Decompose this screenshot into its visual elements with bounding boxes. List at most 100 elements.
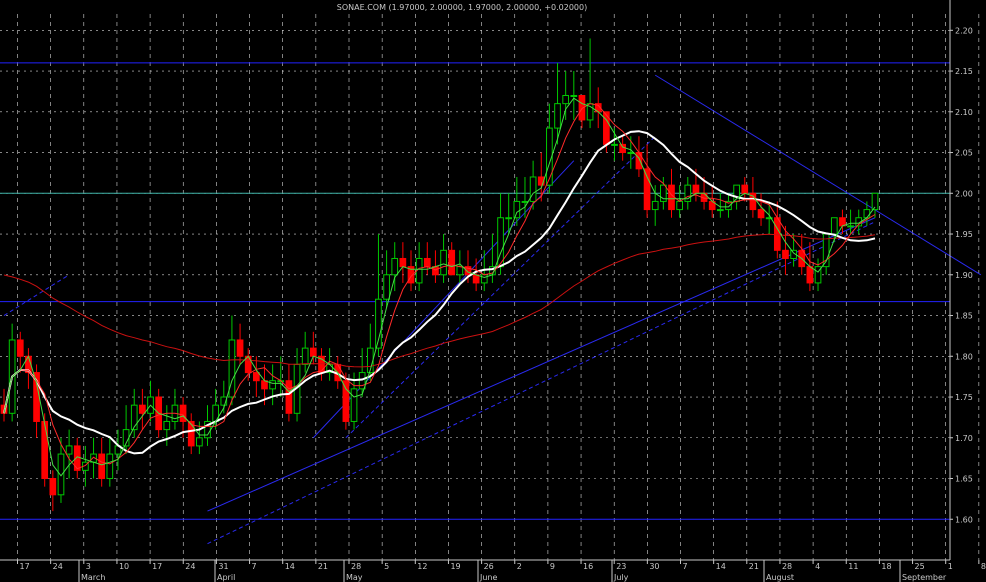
x-day-label: 4 <box>815 562 820 571</box>
x-month-label: June <box>479 573 498 582</box>
x-day-label: 23 <box>616 562 626 571</box>
y-tick-label: 1.70 <box>955 434 973 443</box>
x-day-label: 7 <box>683 562 688 571</box>
x-day-label: 21 <box>318 562 328 571</box>
candle-body <box>627 152 635 155</box>
x-day-label: 3 <box>86 562 91 571</box>
x-day-label: 9 <box>550 562 555 571</box>
candle-body <box>716 209 724 212</box>
candle-body <box>830 217 838 235</box>
candle-body <box>782 249 789 259</box>
x-month-label: April <box>217 573 235 582</box>
candle-body <box>285 380 293 414</box>
x-day-label: 16 <box>583 562 593 571</box>
x-day-label: 18 <box>881 562 891 571</box>
candle-body <box>480 274 488 284</box>
candle-body <box>611 143 618 146</box>
candle-body <box>505 217 513 220</box>
y-tick-label: 1.80 <box>955 352 973 361</box>
candle-body <box>16 339 24 357</box>
candle-body <box>562 94 570 105</box>
x-day-label: 24 <box>185 562 195 571</box>
candle-body <box>399 257 407 268</box>
x-day-label: 8 <box>981 562 986 571</box>
candle-body <box>554 103 561 129</box>
candle-body <box>163 420 171 431</box>
candle-body <box>49 478 57 496</box>
y-tick-label: 1.60 <box>955 515 973 524</box>
candle-body <box>139 404 146 414</box>
y-tick-label: 2.10 <box>955 108 973 117</box>
candle-body <box>529 176 537 202</box>
candle-body <box>423 257 431 268</box>
y-tick-label: 1.95 <box>955 230 973 239</box>
candle-body <box>309 347 317 357</box>
candle-body <box>57 453 65 496</box>
x-day-label: 10 <box>119 562 129 571</box>
candle-body <box>252 372 260 382</box>
y-tick-label: 2.05 <box>955 149 973 158</box>
x-month-label: July <box>613 573 629 582</box>
candlestick-chart: 1.60 1.65 1.70 1.75 1.80 1.85 1.90 1.95 2.00 2.05… <box>0 0 986 582</box>
candle-body <box>847 225 854 228</box>
candle-body <box>456 266 464 276</box>
y-tick-label: 2.20 <box>955 26 973 35</box>
candle-body <box>513 200 521 219</box>
x-day-label: 30 <box>649 562 659 571</box>
candle-body <box>440 249 447 276</box>
x-day-label: 26 <box>484 562 494 571</box>
x-day-label: 14 <box>285 562 295 571</box>
candle-body <box>619 143 627 154</box>
y-tick-label: 1.90 <box>955 271 973 280</box>
candle-body <box>570 94 578 97</box>
candle-body <box>432 266 439 276</box>
x-day-label: 12 <box>417 562 427 571</box>
candle-body <box>521 200 529 203</box>
x-day-label: 1 <box>948 562 953 571</box>
y-tick-label: 2.00 <box>955 189 973 198</box>
candle-body <box>692 184 700 194</box>
candle-body <box>383 274 390 300</box>
x-day-label: 31 <box>218 562 228 571</box>
candle-body <box>98 453 106 480</box>
candle-body <box>261 380 268 390</box>
x-day-label: 17 <box>152 562 162 571</box>
candle-body <box>106 453 114 480</box>
candle-body <box>179 404 187 422</box>
chart-title: SONAE.COM (1.97000, 2.00000, 1.97000, 2.… <box>337 3 587 12</box>
chart-background <box>0 0 986 582</box>
x-day-label: 5 <box>384 562 389 571</box>
candle-body <box>448 249 456 276</box>
candle-body <box>668 184 675 211</box>
candle-body <box>863 209 871 219</box>
candle-body <box>757 209 765 219</box>
candle-body <box>301 347 309 365</box>
candle-body <box>65 445 73 455</box>
candle-body <box>472 274 480 284</box>
x-day-label: 7 <box>252 562 257 571</box>
candle-body <box>342 380 350 422</box>
candle-body <box>269 380 276 390</box>
y-tick-label: 1.75 <box>955 393 973 402</box>
candle-body <box>350 388 358 422</box>
candle-body <box>391 257 399 276</box>
candle-body <box>358 372 366 390</box>
x-day-label: 14 <box>716 562 726 571</box>
candle-body <box>773 217 781 251</box>
candle-body <box>741 184 749 194</box>
x-day-label: 21 <box>749 562 759 571</box>
x-day-label: 11 <box>848 562 858 571</box>
candle-body <box>130 404 138 431</box>
candle-body <box>41 420 49 480</box>
candle-body <box>643 168 651 211</box>
x-day-label: 28 <box>351 562 361 571</box>
x-day-label: 24 <box>53 562 63 571</box>
x-day-label: 2 <box>517 562 522 571</box>
x-day-label: 17 <box>20 562 30 571</box>
x-month-label: May <box>346 573 363 582</box>
candle-body <box>839 217 846 227</box>
x-day-label: 19 <box>450 562 460 571</box>
x-month-label: August <box>766 573 794 582</box>
x-month-label: September <box>902 573 947 582</box>
candle-body <box>236 339 244 357</box>
